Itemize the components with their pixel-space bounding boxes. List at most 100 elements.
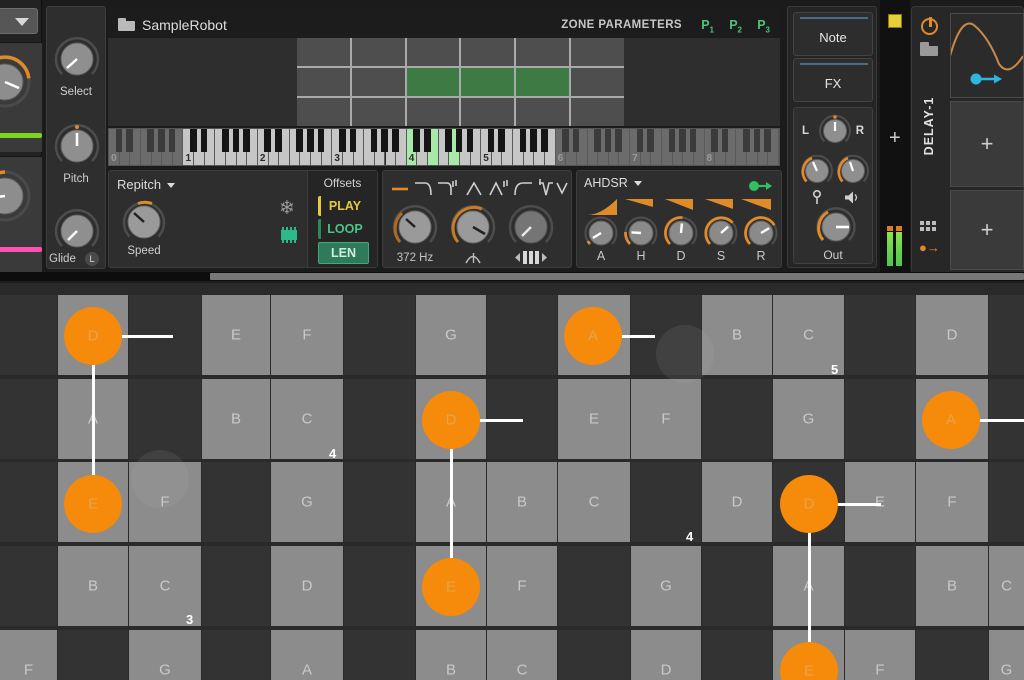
note-grid-cell[interactable]: D	[702, 462, 772, 542]
zone-cell[interactable]	[406, 98, 460, 126]
note-grid-cell[interactable]	[0, 295, 57, 375]
note-grid-cell[interactable]	[344, 379, 415, 459]
note-grid-cell[interactable]	[344, 630, 415, 680]
chip-icon[interactable]	[278, 227, 300, 243]
note-grid-cell[interactable]: G	[271, 462, 343, 542]
zone-cell[interactable]	[351, 38, 405, 66]
keyboard-black-key[interactable]	[158, 129, 165, 152]
grid-dots-icon[interactable]	[920, 221, 936, 233]
note-grid-cell[interactable]: B	[58, 546, 128, 626]
keyboard-black-key[interactable]	[562, 129, 569, 152]
keyboard-black-key[interactable]	[498, 129, 506, 152]
note-grid-cell[interactable]	[202, 462, 270, 542]
note-grid-cell[interactable]: B	[487, 462, 557, 542]
tab-fx[interactable]: FX	[793, 58, 873, 102]
keyboard-black-key[interactable]	[115, 129, 123, 152]
zone-cell[interactable]	[351, 98, 405, 126]
note-marker[interactable]: E	[422, 558, 480, 616]
keyboard-black-key[interactable]	[679, 129, 686, 152]
keyboard-black-key[interactable]	[200, 129, 208, 152]
note-grid-cell[interactable]: B	[202, 379, 270, 459]
keyboard-black-key[interactable]	[317, 129, 325, 152]
ahdsr-mode-dropdown[interactable]: AHDSR	[584, 176, 642, 190]
ahdsr-r-knob[interactable]	[743, 215, 779, 251]
note-grid-cell[interactable]: C	[558, 462, 630, 542]
keyboard-black-key[interactable]	[381, 129, 389, 152]
zone-cell[interactable]	[516, 98, 570, 126]
keyboard-black-key[interactable]	[370, 129, 378, 152]
note-grid-cell[interactable]	[129, 379, 201, 459]
keyboard-black-key[interactable]	[753, 129, 761, 152]
note-grid-cell[interactable]	[558, 546, 630, 626]
zone-cell[interactable]	[406, 38, 460, 66]
zone-grid[interactable]	[297, 38, 624, 126]
zone-cell[interactable]	[297, 98, 350, 126]
note-grid-cell[interactable]: D	[916, 295, 988, 375]
param-button-p3[interactable]: P3	[757, 18, 770, 35]
repitch-mode-dropdown[interactable]: Repitch	[117, 177, 176, 192]
note-grid-cell[interactable]	[702, 379, 772, 459]
keyboard-black-key[interactable]	[349, 129, 357, 152]
note-grid-cell[interactable]	[845, 546, 915, 626]
note-grid-cell[interactable]: C	[487, 630, 557, 680]
keyboard-black-key[interactable]	[540, 129, 548, 152]
note-grid-cell[interactable]	[916, 630, 988, 680]
keyboard-black-key[interactable]	[126, 129, 133, 152]
param-button-p1[interactable]: P1	[701, 18, 714, 35]
keyboard-black-key[interactable]	[275, 129, 282, 152]
offset-loop-button[interactable]: LOOP	[318, 219, 369, 239]
note-grid-cell[interactable]: G	[989, 630, 1024, 680]
keyboard-black-key[interactable]	[743, 129, 750, 152]
note-grid-cell[interactable]: G	[773, 379, 844, 459]
preset-dropdown-button[interactable]	[0, 8, 38, 34]
pan-knob[interactable]	[818, 114, 852, 148]
note-grid-cell[interactable]	[989, 462, 1024, 542]
ahdsr-d-knob[interactable]	[663, 215, 699, 251]
note-marker[interactable]: A	[564, 307, 622, 365]
snowflake-icon[interactable]: ❄	[279, 197, 295, 220]
note-grid-cell[interactable]: F	[916, 462, 988, 542]
zone-cell[interactable]	[351, 68, 405, 96]
keyboard-black-key[interactable]	[572, 129, 580, 152]
keyboard-black-key[interactable]	[647, 129, 654, 152]
note-grid-cell[interactable]: F	[487, 546, 557, 626]
keyboard-black-key[interactable]	[604, 129, 612, 152]
note-grid-cell[interactable]: C	[989, 546, 1024, 626]
note-grid-cell[interactable]: G	[416, 295, 486, 375]
rack-slot-waveform[interactable]	[950, 13, 1024, 98]
zone-cell[interactable]	[571, 38, 624, 66]
horizontal-scrollbar-thumb[interactable]	[210, 273, 1024, 280]
keyboard-black-key[interactable]	[413, 129, 420, 152]
osc-knob[interactable]	[0, 55, 32, 109]
keyboard-black-key[interactable]	[764, 129, 771, 152]
routing-arrow-icon[interactable]: ●→	[919, 240, 940, 255]
zone-cell[interactable]	[297, 38, 350, 66]
keyboard-black-key[interactable]	[424, 129, 431, 152]
keyboard-black-key[interactable]	[530, 129, 537, 152]
keyboard-black-key[interactable]	[466, 129, 474, 152]
note-grid-cell[interactable]	[0, 462, 57, 542]
zone-cell[interactable]	[297, 68, 350, 96]
keyboard-black-key[interactable]	[338, 129, 346, 152]
power-icon[interactable]	[921, 17, 938, 35]
ahdsr-a-knob[interactable]	[583, 215, 619, 251]
keyboard-black-key[interactable]	[615, 129, 622, 152]
keyboard-black-key[interactable]	[392, 129, 399, 152]
note-marker[interactable]: E	[64, 475, 122, 533]
note-grid-cell[interactable]: B	[916, 546, 988, 626]
keyboard-black-key[interactable]	[721, 129, 729, 152]
note-marker[interactable]: D	[422, 391, 480, 449]
note-grid-cell[interactable]: F	[271, 295, 343, 375]
cutoff-knob[interactable]	[391, 203, 439, 251]
folder-icon[interactable]	[920, 42, 938, 56]
zone-cell[interactable]	[571, 68, 624, 96]
zone-cell[interactable]	[516, 68, 570, 96]
keyboard-black-key[interactable]	[487, 129, 495, 152]
tab-note[interactable]: Note	[793, 12, 873, 56]
keytrack-knob[interactable]	[507, 203, 555, 251]
note-grid-cell[interactable]: D	[271, 546, 343, 626]
note-grid-cell[interactable]	[344, 295, 415, 375]
note-grid-cell[interactable]: G	[129, 630, 201, 680]
keyboard-black-key[interactable]	[296, 129, 303, 152]
routing-arrow-icon[interactable]	[969, 72, 1003, 91]
